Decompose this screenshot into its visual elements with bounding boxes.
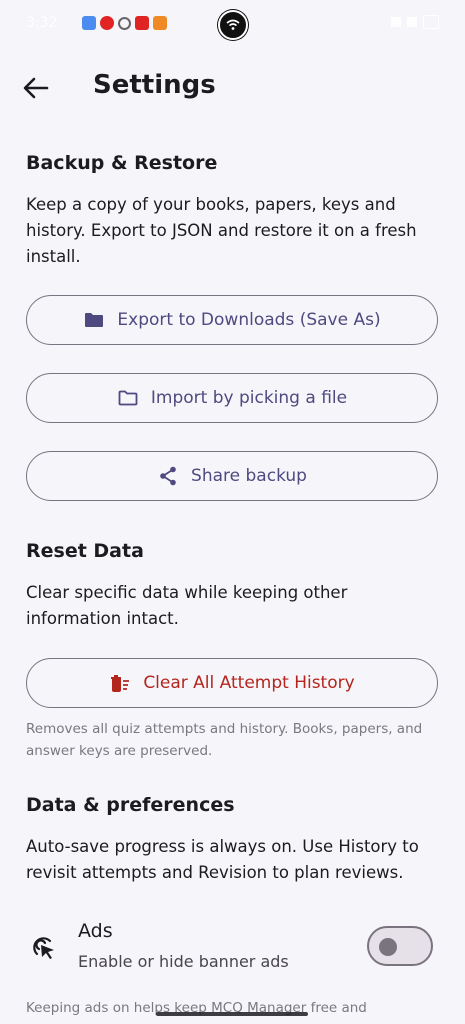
signal-icon bbox=[391, 17, 401, 27]
top-app-bar: Settings bbox=[0, 60, 465, 116]
ads-setting-row[interactable]: Ads Enable or hide banner ads bbox=[0, 916, 465, 980]
toggle-thumb bbox=[379, 938, 397, 956]
page-title: Settings bbox=[93, 70, 216, 100]
youtube-icon bbox=[135, 16, 149, 30]
clear-attempt-history-button[interactable]: Clear All Attempt History bbox=[26, 658, 438, 708]
wifi-icon bbox=[407, 17, 417, 27]
data-preferences-description: Auto-save progress is always on. Use His… bbox=[26, 837, 419, 882]
ads-subtitle: Enable or hide banner ads bbox=[78, 952, 289, 971]
share-icon bbox=[157, 465, 179, 487]
status-time: 3:32 bbox=[26, 15, 58, 31]
settings-screen: 3:32 Settings Backup & Restore Keep a co… bbox=[0, 0, 465, 1024]
notification-icons bbox=[82, 16, 167, 30]
folder-filled-icon bbox=[83, 309, 105, 331]
import-button-label: Import by picking a file bbox=[150, 388, 348, 408]
play-icon bbox=[82, 16, 96, 30]
folder-outline-icon bbox=[117, 387, 139, 409]
square-icon bbox=[153, 16, 167, 30]
battery-icon bbox=[423, 15, 439, 29]
import-file-button[interactable]: Import by picking a file bbox=[26, 373, 438, 423]
arrow-back-icon bbox=[23, 77, 49, 99]
backup-restore-description: Keep a copy of your books, papers, keys … bbox=[26, 195, 417, 266]
clear-history-note: Removes all quiz attempts and history. B… bbox=[26, 721, 423, 759]
ads-toggle[interactable] bbox=[367, 926, 433, 966]
backup-restore-heading: Backup & Restore bbox=[26, 152, 218, 174]
clear-history-label: Clear All Attempt History bbox=[143, 673, 355, 693]
reset-data-heading: Reset Data bbox=[26, 540, 144, 562]
threads-icon bbox=[118, 16, 131, 30]
system-status-icons bbox=[391, 15, 439, 29]
wifi-badge-icon bbox=[213, 10, 253, 40]
share-button-label: Share backup bbox=[191, 466, 307, 486]
reset-data-description: Clear specific data while keeping other … bbox=[26, 583, 348, 628]
export-to-downloads-button[interactable]: Export to Downloads (Save As) bbox=[26, 295, 438, 345]
export-button-label: Export to Downloads (Save As) bbox=[117, 310, 381, 330]
ads-title: Ads bbox=[78, 920, 113, 942]
back-button[interactable] bbox=[20, 72, 52, 104]
data-preferences-heading: Data & preferences bbox=[26, 794, 235, 816]
pinterest-icon bbox=[100, 16, 114, 30]
delete-sweep-icon bbox=[109, 672, 131, 694]
gesture-navigation-bar[interactable] bbox=[156, 1012, 308, 1016]
ads-click-icon bbox=[26, 930, 58, 962]
share-backup-button[interactable]: Share backup bbox=[26, 451, 438, 501]
status-bar: 3:32 bbox=[0, 0, 465, 46]
